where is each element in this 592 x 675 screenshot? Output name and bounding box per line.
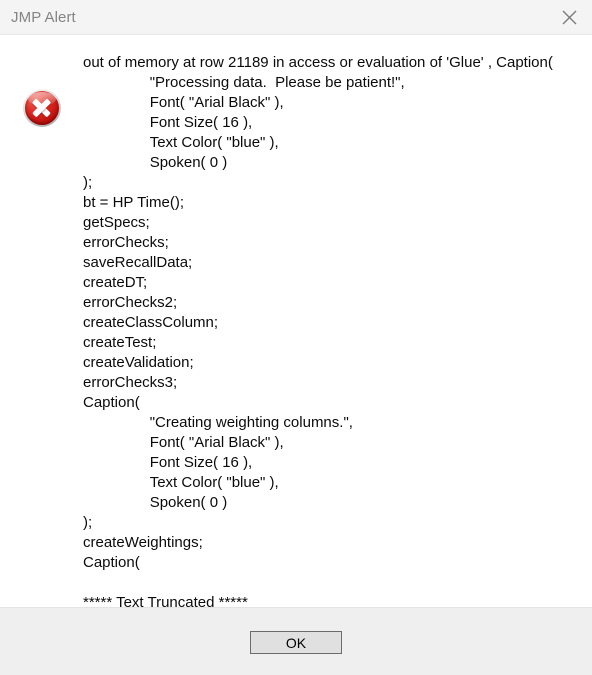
- close-icon: [562, 10, 577, 25]
- alert-message-text: out of memory at row 21189 in access or …: [83, 54, 553, 607]
- alert-icon-column: [0, 53, 83, 127]
- button-panel: OK: [0, 607, 592, 675]
- alert-message-column: out of memory at row 21189 in access or …: [83, 53, 592, 607]
- title-bar: JMP Alert: [0, 0, 592, 35]
- jmp-alert-dialog: JMP Alert out of memory at row 21189 in …: [0, 0, 592, 675]
- error-icon-x: [23, 89, 61, 127]
- alert-body: out of memory at row 21189 in access or …: [0, 35, 592, 607]
- error-icon: [22, 89, 61, 127]
- ok-button[interactable]: OK: [250, 631, 342, 654]
- close-button[interactable]: [546, 0, 592, 34]
- window-title: JMP Alert: [11, 8, 76, 26]
